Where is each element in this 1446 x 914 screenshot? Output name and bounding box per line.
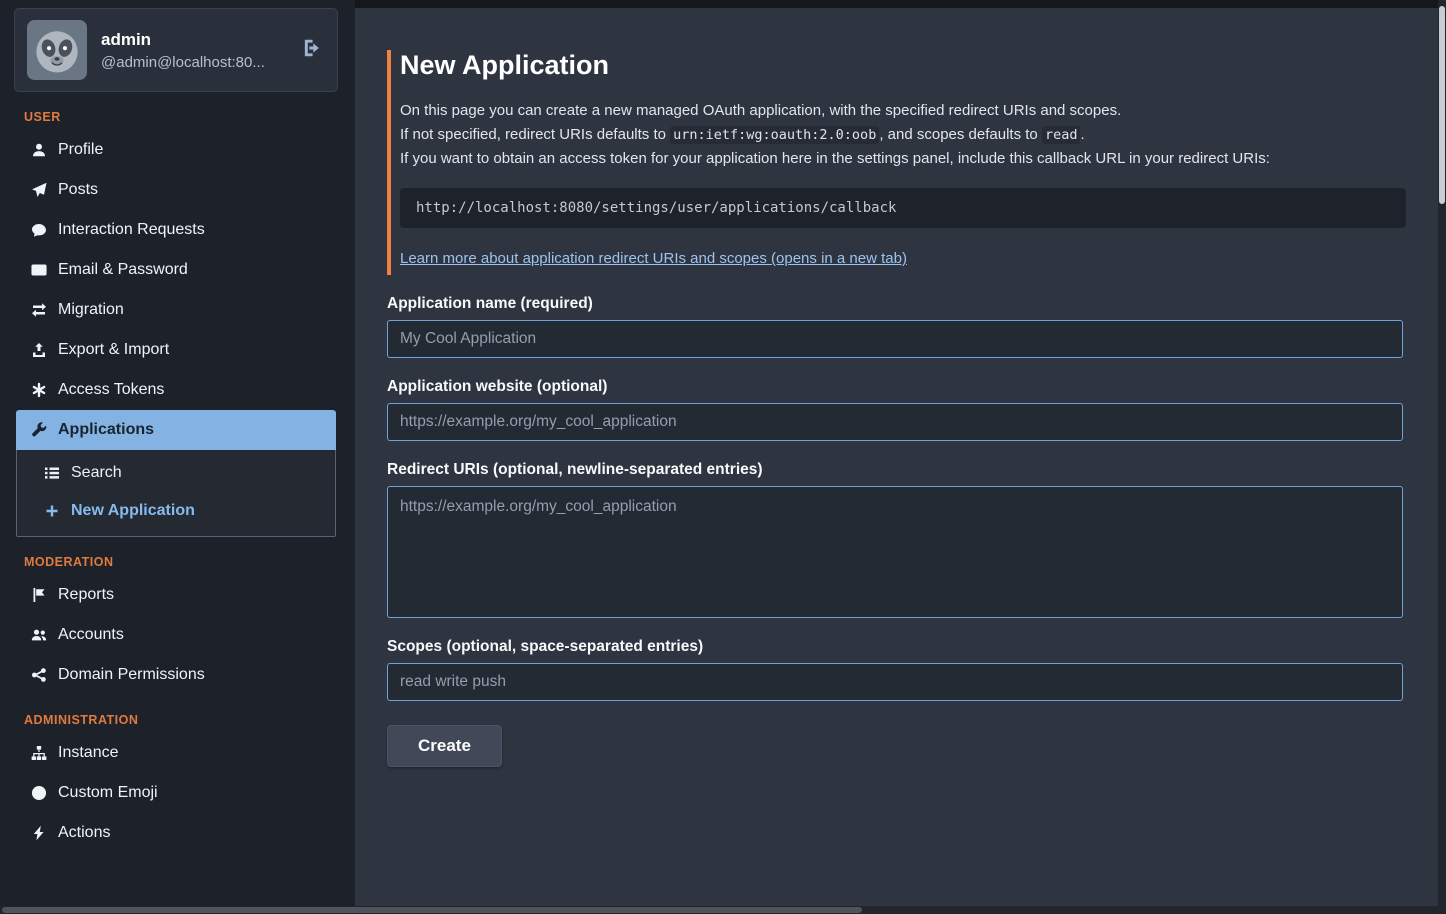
- avatar: [27, 20, 87, 80]
- page-title: New Application: [400, 50, 1407, 81]
- scopes-label: Scopes (optional, space-separated entrie…: [387, 638, 1403, 656]
- application-name-label: Application name (required): [387, 295, 1403, 313]
- vertical-scrollbar-thumb[interactable]: [1439, 6, 1445, 204]
- user-card[interactable]: admin @admin@localhost:80...: [14, 8, 338, 92]
- section-header-administration: ADMINISTRATION: [24, 713, 328, 727]
- intro-line-2-mid: , and scopes defaults to: [879, 126, 1042, 143]
- sidebar-item-export-import[interactable]: Export & Import: [16, 330, 336, 370]
- sidebar-item-posts[interactable]: Posts: [16, 170, 336, 210]
- users-icon: [30, 627, 47, 644]
- sidebar-item-label: Migration: [58, 301, 124, 319]
- sidebar-item-label: Instance: [58, 744, 118, 762]
- horizontal-scrollbar-track[interactable]: [0, 906, 1446, 914]
- sidebar-item-new-application[interactable]: New Application: [17, 492, 335, 530]
- share-nodes-icon: [30, 667, 47, 684]
- intro-line-2-pre: If not specified, redirect URIs defaults…: [400, 126, 670, 143]
- smiley-icon: [30, 785, 47, 802]
- user-icon: [30, 142, 47, 159]
- vertical-scrollbar-track[interactable]: [1438, 0, 1446, 914]
- application-website-label: Application website (optional): [387, 378, 1403, 396]
- sidebar-item-label: Accounts: [58, 626, 124, 644]
- intro-block: New Application On this page you can cre…: [387, 50, 1407, 275]
- envelope-icon: [30, 262, 47, 279]
- applications-submenu: Search New Application: [16, 450, 336, 537]
- user-handle: @admin@localhost:80...: [101, 54, 285, 71]
- export-icon: [30, 342, 47, 359]
- sidebar-item-label: Custom Emoji: [58, 784, 158, 802]
- sidebar-item-migration[interactable]: Migration: [16, 290, 336, 330]
- horizontal-scrollbar-thumb[interactable]: [2, 907, 862, 913]
- sidebar: admin @admin@localhost:80... USER Profil…: [0, 0, 355, 914]
- sidebar-item-reports[interactable]: Reports: [16, 575, 336, 615]
- oob-code: urn:ietf:wg:oauth:2.0:oob: [670, 126, 879, 144]
- redirect-uris-label: Redirect URIs (optional, newline-separat…: [387, 461, 1403, 479]
- callback-url-box: http://localhost:8080/settings/user/appl…: [400, 188, 1406, 228]
- section-header-user: USER: [24, 110, 328, 124]
- settings-page: admin @admin@localhost:80... USER Profil…: [0, 0, 1446, 914]
- flag-icon: [30, 587, 47, 604]
- comment-icon: [30, 222, 47, 239]
- sidebar-item-label: Applications: [58, 421, 154, 439]
- intro-line-2: If not specified, redirect URIs defaults…: [400, 123, 1407, 147]
- sidebar-item-profile[interactable]: Profile: [16, 130, 336, 170]
- bolt-icon: [30, 825, 47, 842]
- learn-more-link[interactable]: Learn more about application redirect UR…: [400, 250, 907, 267]
- intro-line-2-post: .: [1080, 126, 1084, 143]
- sidebar-item-instance[interactable]: Instance: [16, 733, 336, 773]
- intro-line-1: On this page you can create a new manage…: [400, 99, 1407, 123]
- sidebar-item-label: Interaction Requests: [58, 221, 205, 239]
- sign-out-icon[interactable]: [299, 35, 325, 66]
- application-website-input[interactable]: [387, 403, 1403, 441]
- sidebar-item-label: Posts: [58, 181, 98, 199]
- sidebar-item-label: Domain Permissions: [58, 666, 205, 684]
- sidebar-item-label: Search: [71, 464, 122, 482]
- sidebar-item-access-tokens[interactable]: Access Tokens: [16, 370, 336, 410]
- sidebar-item-custom-emoji[interactable]: Custom Emoji: [16, 773, 336, 813]
- sidebar-item-interaction-requests[interactable]: Interaction Requests: [16, 210, 336, 250]
- user-info: admin @admin@localhost:80...: [101, 30, 285, 71]
- exchange-icon: [30, 302, 47, 319]
- sidebar-item-label: Profile: [58, 141, 103, 159]
- plus-icon: [43, 503, 60, 520]
- user-name: admin: [101, 30, 285, 50]
- sidebar-item-applications-search[interactable]: Search: [17, 454, 335, 492]
- sidebar-item-label: Actions: [58, 824, 110, 842]
- sitemap-icon: [30, 745, 47, 762]
- main-panel: New Application On this page you can cre…: [355, 8, 1438, 906]
- read-code: read: [1042, 126, 1081, 144]
- application-name-input[interactable]: [387, 320, 1403, 358]
- sidebar-item-domain-permissions[interactable]: Domain Permissions: [16, 655, 336, 695]
- sidebar-item-label: Export & Import: [58, 341, 169, 359]
- create-button[interactable]: Create: [387, 725, 502, 767]
- redirect-uris-textarea[interactable]: [387, 486, 1403, 618]
- sidebar-item-label: New Application: [71, 502, 195, 520]
- sidebar-item-label: Reports: [58, 586, 114, 604]
- sidebar-item-label: Email & Password: [58, 261, 188, 279]
- paper-plane-icon: [30, 182, 47, 199]
- wrench-icon: [30, 422, 47, 439]
- scopes-input[interactable]: [387, 663, 1403, 701]
- sidebar-group-applications: Applications Search New Application: [16, 410, 336, 537]
- list-icon: [43, 465, 60, 482]
- sidebar-item-accounts[interactable]: Accounts: [16, 615, 336, 655]
- new-application-form: Application name (required) Application …: [387, 295, 1403, 767]
- sidebar-item-label: Access Tokens: [58, 381, 164, 399]
- intro-line-3: If you want to obtain an access token fo…: [400, 147, 1407, 171]
- section-header-moderation: MODERATION: [24, 555, 328, 569]
- sidebar-item-applications[interactable]: Applications: [16, 410, 336, 450]
- sidebar-item-email-password[interactable]: Email & Password: [16, 250, 336, 290]
- seal-icon: [30, 382, 47, 399]
- sidebar-item-actions[interactable]: Actions: [16, 813, 336, 853]
